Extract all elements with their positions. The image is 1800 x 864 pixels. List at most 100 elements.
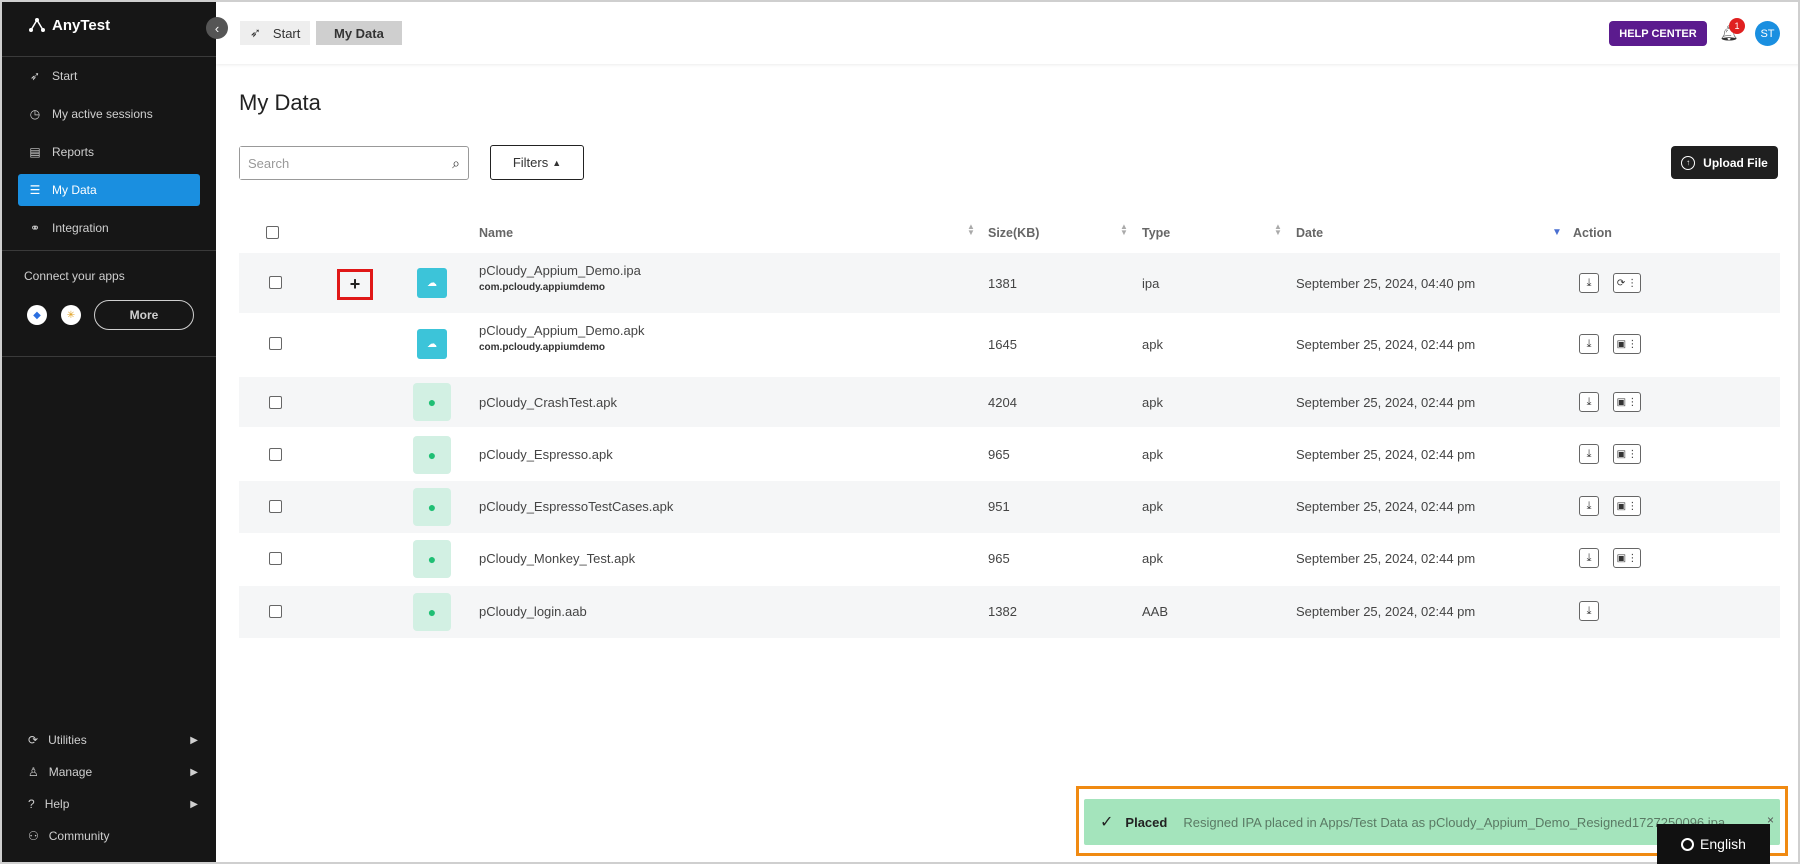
package-name: com.pcloudy.appiumdemo <box>479 342 605 353</box>
jira-app-icon[interactable]: ◆ <box>27 305 47 325</box>
table-row[interactable]: ● pCloudy_EspressoTestCases.apk 951 apk … <box>239 481 1780 533</box>
upload-file-button[interactable]: ↑ Upload File <box>1671 146 1778 179</box>
download-button[interactable]: ⤓ <box>1579 601 1599 621</box>
column-header-name[interactable]: Name <box>479 226 513 240</box>
sidebar-divider <box>0 250 216 251</box>
file-size: 4204 <box>988 395 1017 410</box>
device-menu-button[interactable]: ▣ ⋮ <box>1613 444 1641 464</box>
sidebar-item-start[interactable]: ➶ Start <box>18 60 200 92</box>
row-checkbox[interactable] <box>269 552 282 565</box>
sort-icon[interactable]: ▲ ▼ <box>1120 223 1128 237</box>
device-menu-button[interactable]: ▣ ⋮ <box>1613 334 1641 354</box>
device-menu-button[interactable]: ▣ ⋮ <box>1613 496 1641 516</box>
file-name: pCloudy_EspressoTestCases.apk <box>479 499 674 514</box>
cloud-app-icon: ☁ <box>417 268 447 298</box>
sidebar-item-label: Integration <box>52 221 109 235</box>
android-app-icon: ● <box>413 436 451 474</box>
kebab-icon: ⋮ <box>1627 396 1638 408</box>
sidebar-item-manage[interactable]: ♙ Manage ▶ <box>28 761 198 783</box>
help-center-button[interactable]: HELP CENTER <box>1609 21 1707 46</box>
search-input[interactable] <box>240 147 435 179</box>
sort-icon[interactable]: ▲ ▼ <box>967 223 975 237</box>
search-box: ⌕ <box>239 146 469 180</box>
column-header-type[interactable]: Type <box>1142 226 1170 240</box>
integration-icon: ⚭ <box>29 221 41 235</box>
file-size: 1382 <box>988 604 1017 619</box>
language-selector[interactable]: English <box>1657 824 1770 864</box>
row-checkbox[interactable] <box>269 276 282 289</box>
android-app-icon: ● <box>413 488 451 526</box>
breadcrumb-start[interactable]: ➶ Start <box>240 21 311 45</box>
column-header-date[interactable]: Date <box>1296 226 1323 240</box>
row-checkbox[interactable] <box>269 605 282 618</box>
file-type: AAB <box>1142 604 1169 619</box>
table-header: Name ▲ ▼ Size(KB) ▲ ▼ Type ▲ ▼ Date ▼ Actio… <box>239 222 1780 248</box>
download-icon: ⤓ <box>1586 499 1592 512</box>
table-row[interactable]: ☁ pCloudy_Appium_Demo.ipa com.pcloudy.ap… <box>239 253 1780 313</box>
sidebar-item-community[interactable]: ⚇ Community <box>28 825 198 847</box>
sidebar-item-label: Community <box>48 829 110 843</box>
toast-title: Placed <box>1125 814 1168 830</box>
upload-file-label: Upload File <box>1703 155 1768 170</box>
file-type: apk <box>1142 499 1163 514</box>
report-icon: ▤ <box>29 145 41 159</box>
android-icon: ▣ <box>1616 338 1627 350</box>
download-icon: ⤓ <box>1586 395 1592 408</box>
row-checkbox[interactable] <box>269 337 282 350</box>
select-all-checkbox[interactable] <box>266 226 279 239</box>
caret-right-icon: ▶ <box>190 798 198 810</box>
filters-button[interactable]: Filters ▲ <box>490 145 584 180</box>
file-date: September 25, 2024, 04:40 pm <box>1296 276 1476 291</box>
file-date: September 25, 2024, 02:44 pm <box>1296 499 1476 514</box>
expand-row-button[interactable]: + <box>337 269 373 300</box>
sidebar-item-my-data[interactable]: ☰ My Data <box>18 174 200 206</box>
collapse-sidebar-button[interactable]: ‹ <box>206 17 228 39</box>
avatar[interactable]: ST <box>1755 21 1780 46</box>
table-row[interactable]: ☁ pCloudy_Appium_Demo.apk com.pcloudy.ap… <box>239 313 1780 375</box>
rocket-icon: ➶ <box>29 69 41 83</box>
download-button[interactable]: ⤓ <box>1579 392 1599 412</box>
filters-label: Filters <box>512 155 549 170</box>
resign-menu-button[interactable]: ⟳ ⋮ <box>1613 273 1641 293</box>
row-checkbox[interactable] <box>269 448 282 461</box>
android-icon: ▣ <box>1616 500 1627 512</box>
slack-app-icon[interactable]: ✳ <box>61 305 81 325</box>
row-checkbox[interactable] <box>269 500 282 513</box>
table-row[interactable]: ● pCloudy_Espresso.apk 965 apk September… <box>239 429 1780 481</box>
sidebar-item-integration[interactable]: ⚭ Integration <box>18 212 200 244</box>
download-icon: ⤓ <box>1586 337 1592 350</box>
kebab-icon: ⋮ <box>1627 500 1638 512</box>
sidebar: AnyTest ➶ Start ◷ My active sessions ▤ R… <box>0 0 216 864</box>
sort-icon[interactable]: ▲ ▼ <box>1274 223 1282 237</box>
sidebar-item-label: My active sessions <box>52 107 153 121</box>
download-icon: ⤓ <box>1586 276 1592 289</box>
caret-right-icon: ▶ <box>190 734 198 746</box>
download-icon: ⤓ <box>1586 604 1592 617</box>
download-button[interactable]: ⤓ <box>1579 273 1599 293</box>
row-checkbox[interactable] <box>269 396 282 409</box>
sort-desc-icon[interactable]: ▼ <box>1552 227 1562 238</box>
sidebar-item-label: My Data <box>52 183 97 197</box>
chevron-left-icon: ‹ <box>214 20 220 36</box>
file-size: 951 <box>988 499 1010 514</box>
column-header-size[interactable]: Size(KB) <box>988 226 1039 240</box>
download-button[interactable]: ⤓ <box>1579 548 1599 568</box>
sidebar-item-help[interactable]: ? Help ▶ <box>28 793 198 815</box>
table-row[interactable]: ● pCloudy_Monkey_Test.apk 965 apk Septem… <box>239 533 1780 585</box>
sidebar-item-reports[interactable]: ▤ Reports <box>18 136 200 168</box>
brand-logo[interactable]: AnyTest <box>28 14 110 36</box>
download-button[interactable]: ⤓ <box>1579 496 1599 516</box>
table-row[interactable]: ● pCloudy_login.aab 1382 AAB September 2… <box>239 586 1780 638</box>
download-button[interactable]: ⤓ <box>1579 334 1599 354</box>
search-icon[interactable]: ⌕ <box>452 155 460 172</box>
download-button[interactable]: ⤓ <box>1579 444 1599 464</box>
help-icon: ? <box>28 797 35 811</box>
file-size: 965 <box>988 447 1010 462</box>
device-menu-button[interactable]: ▣ ⋮ <box>1613 392 1641 412</box>
sidebar-item-active-sessions[interactable]: ◷ My active sessions <box>18 98 200 130</box>
sidebar-item-utilities[interactable]: ⟳ Utilities ▶ <box>28 729 198 751</box>
more-apps-button[interactable]: More <box>94 300 194 330</box>
table-row[interactable]: ● pCloudy_CrashTest.apk 4204 apk Septemb… <box>239 377 1780 427</box>
device-menu-button[interactable]: ▣ ⋮ <box>1613 548 1641 568</box>
file-size: 965 <box>988 551 1010 566</box>
